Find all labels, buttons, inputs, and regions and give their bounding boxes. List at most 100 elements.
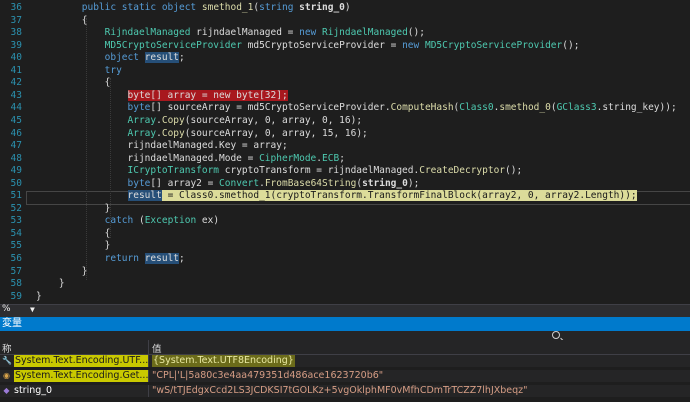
code-line[interactable]: object result; (36, 51, 185, 64)
search-icon[interactable] (552, 331, 560, 339)
line-number: 48 (10, 152, 22, 164)
code-token: string_0 (299, 2, 345, 13)
code-token: (); (407, 27, 425, 39)
line-number: 51 (10, 190, 22, 202)
code-line[interactable]: } (36, 265, 88, 278)
code-token: smethod_1 (201, 2, 254, 13)
locals-row[interactable]: 🔧 System.Text.Encoding.UTF... {System.Text… (0, 355, 690, 367)
code-token: public static object (81, 2, 202, 13)
code-token: MD5CryptoServiceProvider (104, 39, 242, 51)
code-token: rijndaelManaged.Mode = (127, 152, 260, 164)
code-line[interactable]: { (36, 227, 111, 240)
line-number: 50 (10, 177, 22, 189)
variable-value[interactable]: "CPL|'L|5a80c3e4aa479351d486ace1623720b6… (152, 370, 383, 382)
variable-value[interactable]: {System.Text.UTF8Encoding} (152, 355, 295, 367)
code-token: Exception (144, 215, 197, 227)
line-number: 54 (10, 227, 22, 239)
code-line[interactable]: MD5CryptoServiceProvider md5CryptoServic… (36, 39, 580, 52)
code-line[interactable]: { (36, 14, 88, 27)
code-token: CipherMode (259, 152, 317, 164)
code-token: RijndaelManaged (322, 27, 408, 39)
code-line[interactable]: try (36, 64, 122, 77)
code-token: byte (127, 102, 151, 114)
code-line[interactable]: ICryptoTransform cryptoTransform = rijnd… (36, 164, 523, 177)
code-line[interactable]: catch (Exception ex) (36, 214, 219, 227)
code-line[interactable]: { (36, 76, 111, 89)
variable-value[interactable]: "wS/tTJEdgxCcd2LS3JCDKSI7tGOLKz+5vgOklph… (152, 385, 528, 397)
code-token: [] array2 = (150, 177, 220, 189)
panel-title: 変量 (2, 318, 22, 329)
code-line[interactable]: Array.Copy(sourceArray, 0, array, 0, 16)… (36, 114, 363, 127)
code-token: return (104, 253, 145, 264)
code-token: try (104, 64, 122, 76)
code-line[interactable]: result = Class0.smethod_1(cryptoTransfor… (36, 189, 637, 202)
highlighted-token: result (144, 253, 180, 264)
column-header-value[interactable]: 值 (152, 341, 162, 355)
code-token: object (104, 52, 145, 64)
zoom-level[interactable]: % (2, 304, 11, 314)
code-line[interactable]: RijndaelManaged rijndaelManaged = new Ri… (36, 26, 425, 39)
variable-name: System.Text.Encoding.Get... (14, 370, 150, 382)
code-token: Convert (219, 177, 260, 189)
line-number: 41 (10, 64, 22, 76)
code-token: string (259, 2, 300, 13)
code-line[interactable]: byte[] array2 = Convert.FromBase64String… (36, 177, 420, 190)
code-token: CreateDecryptor (419, 165, 506, 177)
line-number: 57 (10, 265, 22, 277)
column-header-name[interactable]: 称 (2, 341, 12, 355)
locals-row[interactable]: ◉ System.Text.Encoding.Get... "CPL|'L|5a80… (0, 370, 690, 382)
line-number: 49 (10, 165, 22, 177)
code-line[interactable]: byte[] sourceArray = md5CryptoServicePro… (36, 101, 677, 114)
field-icon: ◆ (3, 386, 10, 395)
code-token: ); (407, 177, 420, 189)
code-token: ; (179, 253, 185, 264)
code-token: rijndaelManaged = (190, 27, 300, 39)
code-token: { (36, 14, 88, 26)
code-line[interactable]: } (36, 239, 111, 252)
line-number: 43 (10, 89, 22, 101)
column-divider[interactable] (148, 340, 149, 354)
code-line[interactable]: } (36, 202, 111, 215)
code-line[interactable]: return result; (36, 252, 185, 265)
code-token: new (299, 27, 322, 39)
code-line[interactable]: Array.Copy(sourceArray, 0, array, 15, 16… (36, 127, 368, 140)
code-line[interactable]: byte[] array = new byte[32]; (36, 89, 288, 102)
line-number: 47 (10, 140, 22, 152)
code-token: FromBase64String (264, 177, 357, 189)
code-token: Copy (161, 114, 185, 126)
variable-name: System.Text.Encoding.UTF... (14, 355, 150, 367)
chevron-down-icon[interactable]: ▼ (30, 305, 35, 314)
code-line[interactable]: rijndaelManaged.Mode = CipherMode.ECB; (36, 152, 345, 165)
code-token: MD5CryptoServiceProvider (424, 39, 563, 51)
line-number-gutter: 36 37 38 39 40 41 42 43 44 45 46 47 48 49 50 51 52 53 54 55… (0, 0, 26, 304)
locals-row[interactable]: ◆ string_0 "wS/tTJEdgxCcd2LS3JCDKSI7tGOLKz… (0, 385, 690, 397)
code-line[interactable]: rijndaelManaged.Key = array; (36, 139, 288, 152)
code-token: ; (339, 152, 345, 164)
column-divider (148, 385, 149, 397)
code-token: byte (127, 177, 151, 189)
wrench-icon: 🔧 (2, 356, 12, 365)
line-number: 37 (10, 14, 22, 26)
code-line[interactable]: } (36, 277, 65, 290)
code-token: (sourceArray, 0, array, 15, 16); (184, 127, 368, 139)
column-divider (148, 355, 149, 367)
code-line[interactable]: } (36, 290, 42, 303)
code-editor[interactable]: 36 37 38 39 40 41 42 43 44 45 46 47 48 49 50 51 52 53 54 55… (0, 0, 690, 304)
code-token: catch (104, 215, 139, 227)
code-token: { (36, 227, 111, 239)
code-token: smethod_0 (499, 102, 551, 114)
highlighted-token: = Class0.smethod_1(cryptoTransform.Trans… (161, 190, 637, 202)
code-token: ComputeHash (390, 102, 454, 114)
code-line[interactable]: public static object smethod_1(string st… (36, 1, 351, 14)
code-token: } (36, 278, 65, 290)
